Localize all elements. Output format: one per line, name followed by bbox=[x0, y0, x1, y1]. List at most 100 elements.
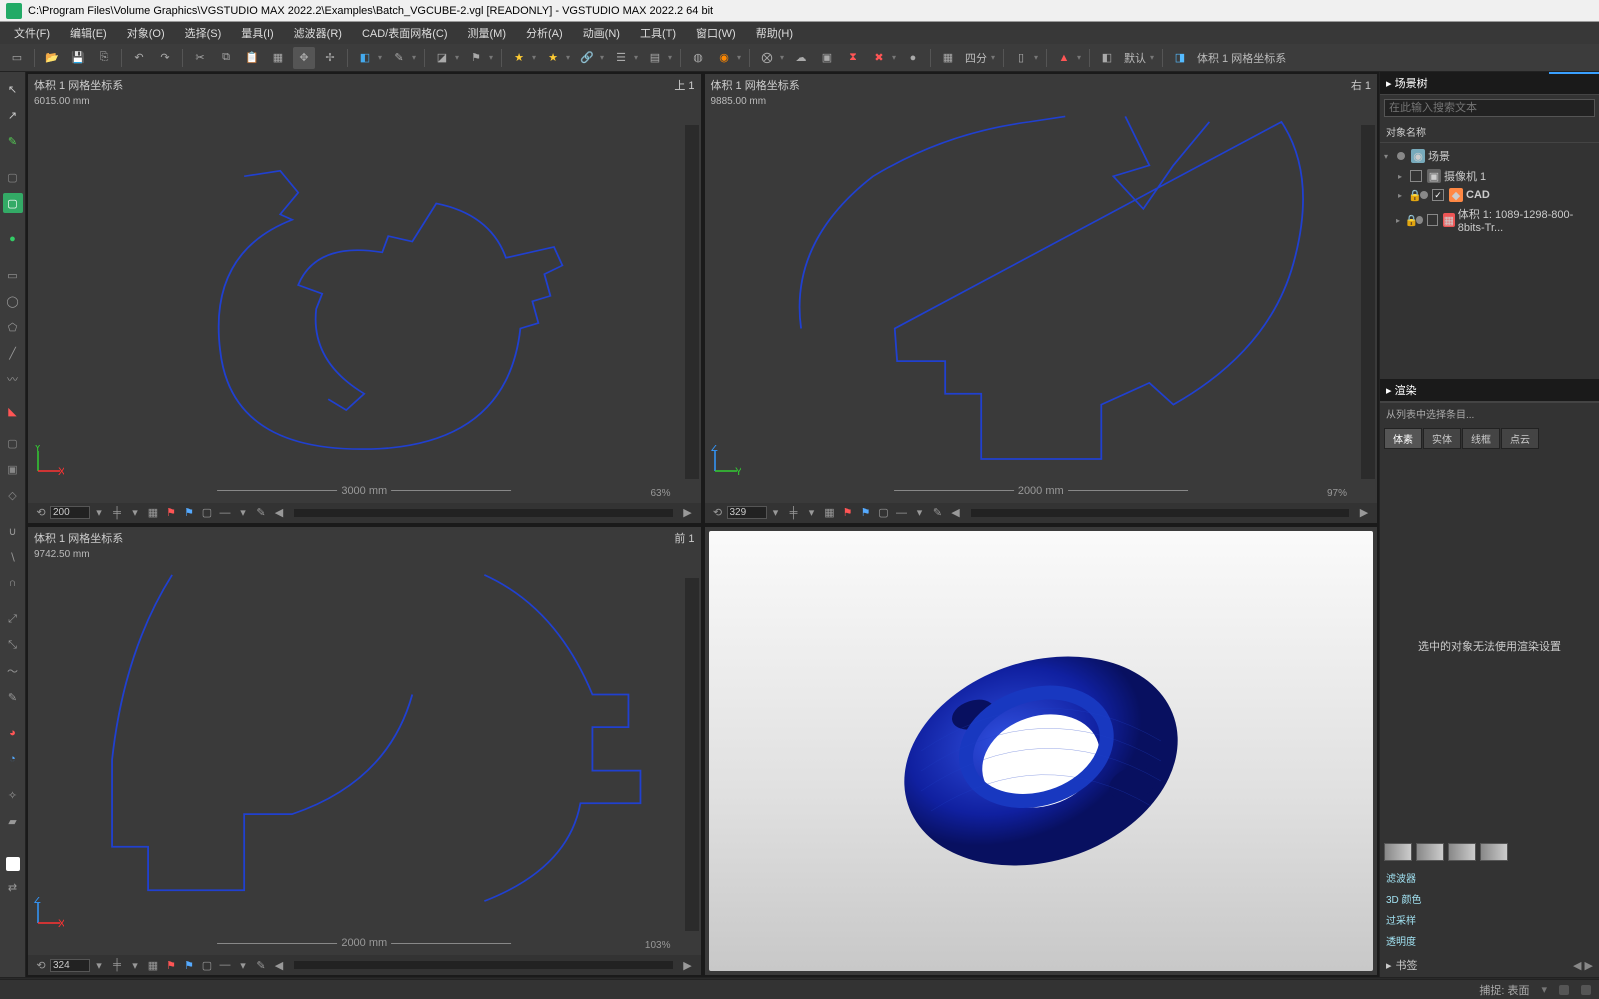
slice-slider[interactable] bbox=[294, 509, 673, 517]
flag-r-icon[interactable]: ⚑ bbox=[163, 505, 179, 521]
poly-tool-icon[interactable]: ⬠ bbox=[3, 317, 23, 337]
menu-item[interactable]: 文件(F) bbox=[4, 23, 60, 43]
thumb-icon[interactable] bbox=[1480, 843, 1508, 861]
slice-slider[interactable] bbox=[294, 961, 673, 969]
visibility-checkbox[interactable] bbox=[1432, 189, 1444, 201]
reset-view-icon[interactable]: ⟲ bbox=[710, 505, 726, 521]
circle-tool-icon[interactable]: ● bbox=[3, 229, 23, 249]
lock-icon[interactable]: 🔒 bbox=[1404, 214, 1414, 227]
spray-tool-icon[interactable]: ◔ bbox=[3, 749, 23, 769]
save-icon[interactable]: 💾 bbox=[67, 47, 89, 69]
pen-footer-icon[interactable]: ✎ bbox=[253, 505, 269, 521]
visibility-dot-icon[interactable] bbox=[1397, 152, 1405, 160]
visibility-dot-icon[interactable] bbox=[1416, 216, 1423, 224]
menu-item[interactable]: 量具(I) bbox=[231, 23, 283, 43]
warning-icon[interactable]: ▲ bbox=[1053, 47, 1075, 69]
menu-item[interactable]: 窗口(W) bbox=[686, 23, 746, 43]
menu-item[interactable]: 编辑(E) bbox=[60, 23, 117, 43]
target-icon[interactable]: ⨂ bbox=[756, 47, 778, 69]
vp-bl-scrollbar[interactable] bbox=[685, 578, 699, 932]
red-tool-icon[interactable]: ◣ bbox=[3, 401, 23, 421]
status-end-icon[interactable] bbox=[1581, 985, 1591, 995]
box-tool-icon[interactable]: ▢ bbox=[3, 433, 23, 453]
magic-tool-icon[interactable]: ✧ bbox=[3, 785, 23, 805]
swap-color-icon[interactable]: ⇄ bbox=[3, 877, 23, 897]
render-tab[interactable]: 实体 bbox=[1423, 428, 1461, 449]
slice-slider[interactable] bbox=[971, 509, 1350, 517]
reset-view-icon[interactable]: ⟲ bbox=[33, 957, 49, 973]
doc-icon[interactable]: ▯ bbox=[1010, 47, 1032, 69]
ellipse-tool-icon[interactable]: ◯ bbox=[3, 291, 23, 311]
visibility-checkbox[interactable] bbox=[1427, 214, 1438, 226]
rect-tool-icon[interactable]: ▭ bbox=[3, 265, 23, 285]
subtract-tool-icon[interactable]: ∖ bbox=[3, 547, 23, 567]
smooth-tool-icon[interactable]: 〜 bbox=[3, 661, 23, 681]
intersect-tool-icon[interactable]: ∩ bbox=[3, 573, 23, 593]
expand-tool-icon[interactable]: ⤢ bbox=[3, 609, 23, 629]
ruler-icon[interactable]: ╪ bbox=[786, 505, 802, 521]
star2-icon[interactable]: ★ bbox=[542, 47, 564, 69]
tree-row-volume[interactable]: ▸ 🔒 ▦ 体积 1: 1089-1298-800-8bits-Tr... bbox=[1382, 204, 1597, 236]
dot-icon[interactable]: ● bbox=[902, 47, 924, 69]
viewport-top[interactable]: 体积 1 网格坐标系 上 1 6015.00 mm YX 3000 mm 63%… bbox=[28, 74, 701, 523]
square2-tool-icon[interactable]: ▢ bbox=[3, 193, 23, 213]
cut-icon[interactable]: ✂ bbox=[189, 47, 211, 69]
diamond-tool-icon[interactable]: ◇ bbox=[3, 485, 23, 505]
select-tool-icon[interactable]: ↖ bbox=[3, 79, 23, 99]
pen-icon[interactable]: ✎ bbox=[388, 47, 410, 69]
tree-row-cad[interactable]: ▸ 🔒 ◆ CAD bbox=[1382, 186, 1597, 204]
object-icon[interactable]: ◪ bbox=[431, 47, 453, 69]
menu-item[interactable]: 滤波器(R) bbox=[284, 23, 352, 43]
paste-icon[interactable]: 📋 bbox=[241, 47, 263, 69]
layers-icon[interactable]: ☰ bbox=[610, 47, 632, 69]
redo-icon[interactable]: ↷ bbox=[154, 47, 176, 69]
render-prop[interactable]: 过采样 bbox=[1386, 909, 1593, 930]
viewport-3d[interactable] bbox=[705, 527, 1378, 976]
new-icon[interactable]: ▭ bbox=[6, 47, 28, 69]
open-icon[interactable]: 📂 bbox=[41, 47, 63, 69]
edit-tool-icon[interactable]: ✎ bbox=[3, 687, 23, 707]
layout-icon[interactable]: ▦ bbox=[937, 47, 959, 69]
ruler-icon[interactable]: ╪ bbox=[109, 505, 125, 521]
share-icon[interactable]: ◉ bbox=[713, 47, 735, 69]
thumb-icon[interactable] bbox=[1384, 843, 1412, 861]
reset-view-icon[interactable]: ⟲ bbox=[33, 505, 49, 521]
play-icon[interactable]: ◀ bbox=[271, 505, 287, 521]
color-swatch-icon[interactable] bbox=[6, 857, 20, 871]
thumb-icon[interactable] bbox=[1448, 843, 1476, 861]
union-tool-icon[interactable]: ∪ bbox=[3, 521, 23, 541]
link-icon[interactable]: 🔗 bbox=[576, 47, 598, 69]
tree-row-camera[interactable]: ▸ ▣ 摄像机 1 bbox=[1382, 166, 1597, 186]
coord-label[interactable]: 体积 1 网格坐标系 bbox=[1197, 50, 1286, 66]
lasso2-tool-icon[interactable]: 〰 bbox=[3, 369, 23, 389]
square-tool-icon[interactable]: ▢ bbox=[3, 167, 23, 187]
screens-icon[interactable]: ▣ bbox=[816, 47, 838, 69]
measure-icon[interactable]: ⧗ bbox=[842, 47, 864, 69]
visibility-dot-icon[interactable] bbox=[1420, 191, 1428, 199]
menu-item[interactable]: 测量(M) bbox=[458, 23, 517, 43]
lasso-tool-icon[interactable]: ↗ bbox=[3, 105, 23, 125]
vp-tl-slice-input[interactable] bbox=[50, 506, 90, 519]
render-prop[interactable]: 3D 颜色 bbox=[1386, 888, 1593, 909]
globe-icon[interactable]: ◍ bbox=[687, 47, 709, 69]
star-icon[interactable]: ★ bbox=[508, 47, 530, 69]
scene-search-input[interactable] bbox=[1384, 99, 1595, 117]
bookmark-row[interactable]: ▸ 书签 ◀ ▶ bbox=[1380, 953, 1599, 977]
copy-icon[interactable]: ⧉ bbox=[215, 47, 237, 69]
preset-icon[interactable]: ◧ bbox=[1096, 47, 1118, 69]
pen-tool-icon[interactable]: ✎ bbox=[3, 131, 23, 151]
vp-tr-slice-input[interactable] bbox=[727, 506, 767, 519]
x-icon[interactable]: ✖ bbox=[868, 47, 890, 69]
vp-bl-slice-input[interactable] bbox=[50, 959, 90, 972]
render-prop[interactable]: 透明度 bbox=[1386, 930, 1593, 951]
undo-icon[interactable]: ↶ bbox=[128, 47, 150, 69]
render-tab[interactable]: 线框 bbox=[1462, 428, 1500, 449]
tree-row-scene[interactable]: ▾ ◉ 场景 bbox=[1382, 146, 1597, 166]
box2-tool-icon[interactable]: ▣ bbox=[3, 459, 23, 479]
vp-tl-scrollbar[interactable] bbox=[685, 125, 699, 479]
flag-icon[interactable]: ⚑ bbox=[465, 47, 487, 69]
line-tool-icon[interactable]: ╱ bbox=[3, 343, 23, 363]
flag-b-icon[interactable]: ⚑ bbox=[181, 505, 197, 521]
cursor-icon[interactable]: ✥ bbox=[293, 47, 315, 69]
menu-item[interactable]: 对象(O) bbox=[117, 23, 175, 43]
